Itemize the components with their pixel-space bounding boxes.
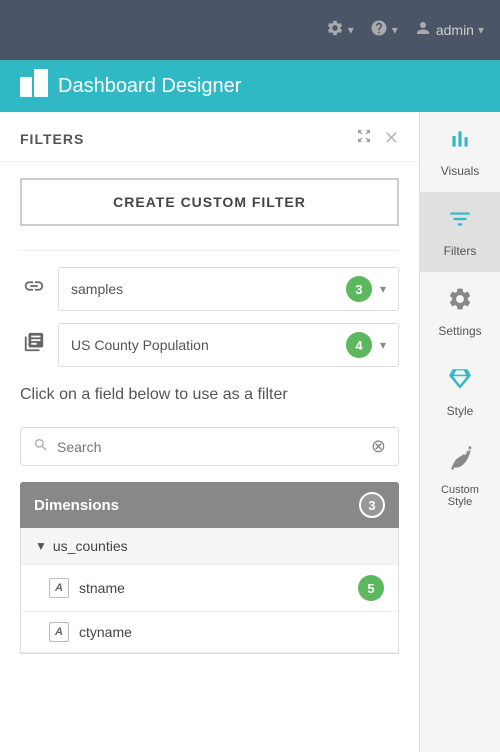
sidebar-item-filters[interactable]: Filters [420,192,500,272]
field-type-text-icon: A [49,578,69,598]
group-row-us-counties[interactable]: ▼ us_counties [21,528,398,565]
filters-header: FILTERS ✕ [0,112,419,162]
admin-chevron-icon: ▾ [478,23,484,37]
group-label: us_counties [53,538,128,554]
dimensions-header: Dimensions 3 [20,482,399,528]
search-input[interactable] [57,439,371,455]
settings-chevron-icon: ▾ [348,23,354,37]
datasource-row: samples 3 ▾ [20,267,399,311]
create-custom-filter-button[interactable]: CREATE CUSTOM FILTER [20,178,399,226]
sidebar-item-visuals[interactable]: Visuals [420,112,500,192]
field-type-text-icon-2: A [49,622,69,642]
sidebar-item-custom-style-label: CustomStyle [441,484,479,508]
dataset-badge: 4 [346,332,372,358]
diamond-icon [447,366,473,398]
sidebar-item-filters-label: Filters [444,244,477,258]
datasource-dropdown[interactable]: samples 3 ▾ [58,267,399,311]
table-icon [20,331,48,359]
admin-label: admin [436,22,474,38]
datasource-arrow-icon: ▾ [380,282,386,296]
field-label-stname: stname [79,580,358,596]
help-nav-item[interactable]: ▾ [370,19,398,42]
dataset-dropdown[interactable]: US County Population 4 ▾ [58,323,399,367]
header-title: Dashboard Designer [58,75,241,98]
field-row-ctyname[interactable]: A ctyname [21,612,398,653]
logo-icon [20,69,48,103]
field-badge-stname: 5 [358,575,384,601]
filters-panel: FILTERS ✕ CREATE CUSTOM FILTER samples 3 [0,112,420,752]
close-panel-icon[interactable]: ✕ [384,128,399,149]
top-nav: ▾ ▾ admin ▾ [0,0,500,60]
field-row-stname[interactable]: A stname 5 [21,565,398,612]
right-sidebar: Visuals Filters Settings Style [420,112,500,752]
settings-nav-item[interactable]: ▾ [326,19,354,42]
filters-panel-title: FILTERS [20,131,84,147]
help-chevron-icon: ▾ [392,23,398,37]
panel-body: CREATE CUSTOM FILTER samples 3 ▾ [0,162,419,747]
bar-chart-icon [447,126,473,158]
datasource-badge: 3 [346,276,372,302]
search-clear-icon[interactable]: ⊗ [371,436,386,457]
sidebar-item-settings[interactable]: Settings [420,272,500,352]
sidebar-item-style[interactable]: Style [420,352,500,432]
dimensions-body: ▼ us_counties A stname 5 A ctyname [20,528,399,654]
datasource-label: samples [71,281,346,297]
filter-icon [447,206,473,238]
sidebar-item-style-label: Style [447,404,474,418]
expand-icon[interactable] [356,128,372,149]
user-icon [414,19,432,42]
header-bar: Dashboard Designer [0,60,500,112]
field-label-ctyname: ctyname [79,624,384,640]
dataset-label: US County Population [71,337,346,353]
leaf-icon [447,446,473,478]
dimensions-badge: 3 [359,492,385,518]
search-icon [33,437,49,456]
dimensions-section: Dimensions 3 ▼ us_counties A stname 5 [20,482,399,654]
settings-gear-icon [447,286,473,318]
divider-1 [20,250,399,251]
group-arrow-icon: ▼ [35,539,47,553]
link-icon [20,275,48,303]
search-box: ⊗ [20,427,399,466]
help-icon [370,19,388,42]
dataset-arrow-icon: ▾ [380,338,386,352]
filters-header-actions: ✕ [356,128,399,149]
sidebar-item-settings-label: Settings [438,324,481,338]
admin-nav-item[interactable]: admin ▾ [414,19,484,42]
sidebar-item-visuals-label: Visuals [441,164,479,178]
sidebar-item-custom-style[interactable]: CustomStyle [420,432,500,522]
instruction-text: Click on a field below to use as a filte… [20,379,399,411]
dataset-row: US County Population 4 ▾ [20,323,399,367]
main-layout: FILTERS ✕ CREATE CUSTOM FILTER samples 3 [0,112,500,752]
gear-icon [326,19,344,42]
dimensions-label: Dimensions [34,497,119,514]
